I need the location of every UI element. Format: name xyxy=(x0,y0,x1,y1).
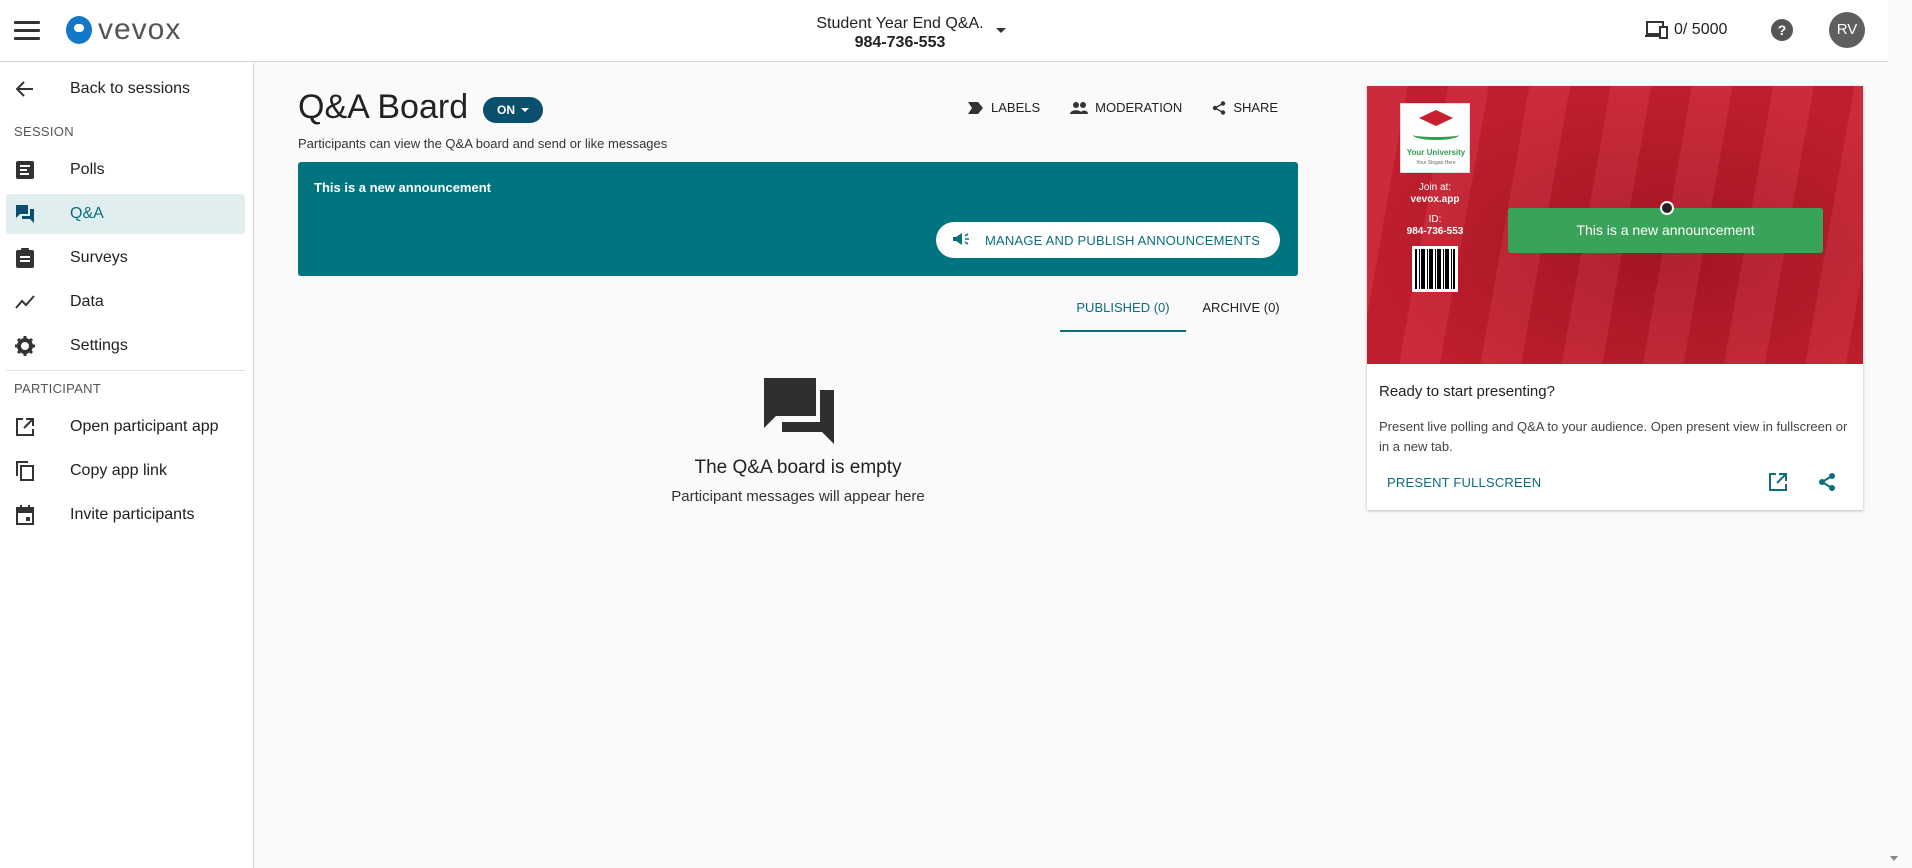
avatar[interactable]: RV xyxy=(1829,12,1865,48)
sidebar-item-invite-participants[interactable]: Invite participants xyxy=(6,495,245,535)
megaphone-icon xyxy=(952,232,970,249)
labels-label: LABELS xyxy=(991,100,1041,115)
announcement-banner: This is a new announcement MANAGE AND PU… xyxy=(298,162,1298,276)
arrow-left-icon xyxy=(14,79,36,99)
announcement-text: This is a new announcement xyxy=(314,180,491,195)
graduation-cap-icon xyxy=(1419,110,1453,126)
sidebar-item-qa[interactable]: Q&A xyxy=(6,194,245,234)
sidebar-item-copy-app-link[interactable]: Copy app link xyxy=(6,451,245,491)
sidebar-item-data[interactable]: Data xyxy=(6,282,245,322)
tab-published[interactable]: PUBLISHED (0) xyxy=(1060,300,1186,332)
calendar-icon xyxy=(14,505,36,525)
back-label: Back to sessions xyxy=(70,80,191,97)
sidebar: Back to sessions SESSION Polls Q&A Surve… xyxy=(0,63,254,868)
toggle-label: ON xyxy=(497,103,515,117)
participant-section-label: PARTICIPANT xyxy=(14,381,102,396)
empty-state-subtitle: Participant messages will appear here xyxy=(671,488,925,505)
vevox-logo-icon xyxy=(66,16,92,44)
sidebar-item-surveys[interactable]: Surveys xyxy=(6,238,245,278)
sidebar-item-label: Settings xyxy=(70,337,128,354)
share-label: SHARE xyxy=(1233,100,1279,115)
join-label: Join at: xyxy=(1418,182,1452,193)
gear-icon xyxy=(14,336,36,356)
device-count: 0/ 5000 xyxy=(1674,21,1728,38)
share-icon[interactable] xyxy=(1817,472,1837,497)
present-card-description: Present live polling and Q&A to your aud… xyxy=(1379,419,1848,454)
chevron-down-icon xyxy=(521,108,529,112)
open-new-tab-icon[interactable] xyxy=(1768,472,1788,497)
share-icon xyxy=(1213,100,1226,115)
present-preview[interactable]: Your University Your Slogan Here Join at… xyxy=(1367,86,1863,364)
manage-announcements-button[interactable]: MANAGE AND PUBLISH ANNOUNCEMENTS xyxy=(936,222,1280,258)
present-card: Your University Your Slogan Here Join at… xyxy=(1367,86,1863,510)
scroll-down-icon[interactable] xyxy=(1890,856,1898,861)
join-url: vevox.app xyxy=(1410,194,1460,205)
qa-icon xyxy=(14,204,36,224)
logo-text: vevox xyxy=(98,13,182,46)
sidebar-item-polls[interactable]: Polls xyxy=(6,150,245,190)
labels-button[interactable]: LABELS xyxy=(968,100,1040,115)
page-subtitle: Participants can view the Q&A board and … xyxy=(298,136,668,151)
top-bar: vevox Student Year End Q&A. 984-736-553 … xyxy=(0,0,1888,62)
empty-state-title: The Q&A board is empty xyxy=(694,457,902,478)
sidebar-item-open-participant-app[interactable]: Open participant app xyxy=(6,407,245,447)
label-icon xyxy=(968,101,983,114)
session-code: 984-736-553 xyxy=(854,34,946,51)
moderation-label: MODERATION xyxy=(1095,100,1183,115)
share-button[interactable]: SHARE xyxy=(1212,100,1278,115)
page-title: Q&A Board xyxy=(298,88,469,126)
sidebar-item-label: Copy app link xyxy=(70,462,167,479)
moderation-button[interactable]: MODERATION xyxy=(1070,100,1182,115)
sidebar-item-label: Invite participants xyxy=(70,506,195,523)
board-actions: LABELS MODERATION SHARE xyxy=(968,100,1278,115)
cursor-dot-icon xyxy=(1660,201,1674,215)
sidebar-item-label: Open participant app xyxy=(70,418,219,435)
join-info: Join at: vevox.app ID: 984-736-553 xyxy=(1387,182,1483,238)
polls-icon xyxy=(14,160,36,180)
device-counter: 0/ 5000 xyxy=(1644,20,1727,40)
id-value: 984-736-553 xyxy=(1406,226,1464,237)
present-card-title: Ready to start presenting? xyxy=(1379,383,1555,400)
manage-announcements-label: MANAGE AND PUBLISH ANNOUNCEMENTS xyxy=(985,232,1261,248)
data-icon xyxy=(14,292,36,312)
university-logo: Your University Your Slogan Here xyxy=(1400,103,1470,173)
board-status-toggle[interactable]: ON xyxy=(483,97,543,123)
sidebar-item-label: Data xyxy=(70,293,104,310)
qr-code xyxy=(1412,246,1458,292)
sidebar-item-label: Q&A xyxy=(70,205,104,222)
session-name: Student Year End Q&A. xyxy=(816,15,984,32)
sidebar-item-settings[interactable]: Settings xyxy=(6,326,245,366)
university-slogan: Your Slogan Here xyxy=(1416,160,1456,166)
open-external-icon xyxy=(14,417,36,437)
sidebar-item-label: Surveys xyxy=(70,249,128,266)
university-name: Your University xyxy=(1406,148,1466,157)
session-section-label: SESSION xyxy=(14,124,74,139)
id-label: ID: xyxy=(1428,214,1442,225)
sidebar-item-label: Polls xyxy=(70,161,105,178)
book-icon xyxy=(1413,130,1459,140)
devices-icon xyxy=(1645,21,1668,39)
surveys-icon xyxy=(14,248,36,268)
chevron-down-icon[interactable] xyxy=(996,28,1006,33)
chat-bubbles-icon xyxy=(764,378,834,449)
menu-icon[interactable] xyxy=(14,18,40,42)
present-fullscreen-button[interactable]: PRESENT FULLSCREEN xyxy=(1387,475,1541,490)
sidebar-divider xyxy=(6,370,245,371)
people-icon xyxy=(1070,101,1089,114)
back-to-sessions[interactable]: Back to sessions xyxy=(6,69,245,109)
help-icon[interactable]: ? xyxy=(1771,19,1793,41)
copy-icon xyxy=(14,461,36,481)
logo[interactable]: vevox xyxy=(66,15,181,45)
tab-archive[interactable]: ARCHIVE (0) xyxy=(1188,300,1294,332)
session-selector[interactable]: Student Year End Q&A. 984-736-553 xyxy=(780,14,1020,52)
